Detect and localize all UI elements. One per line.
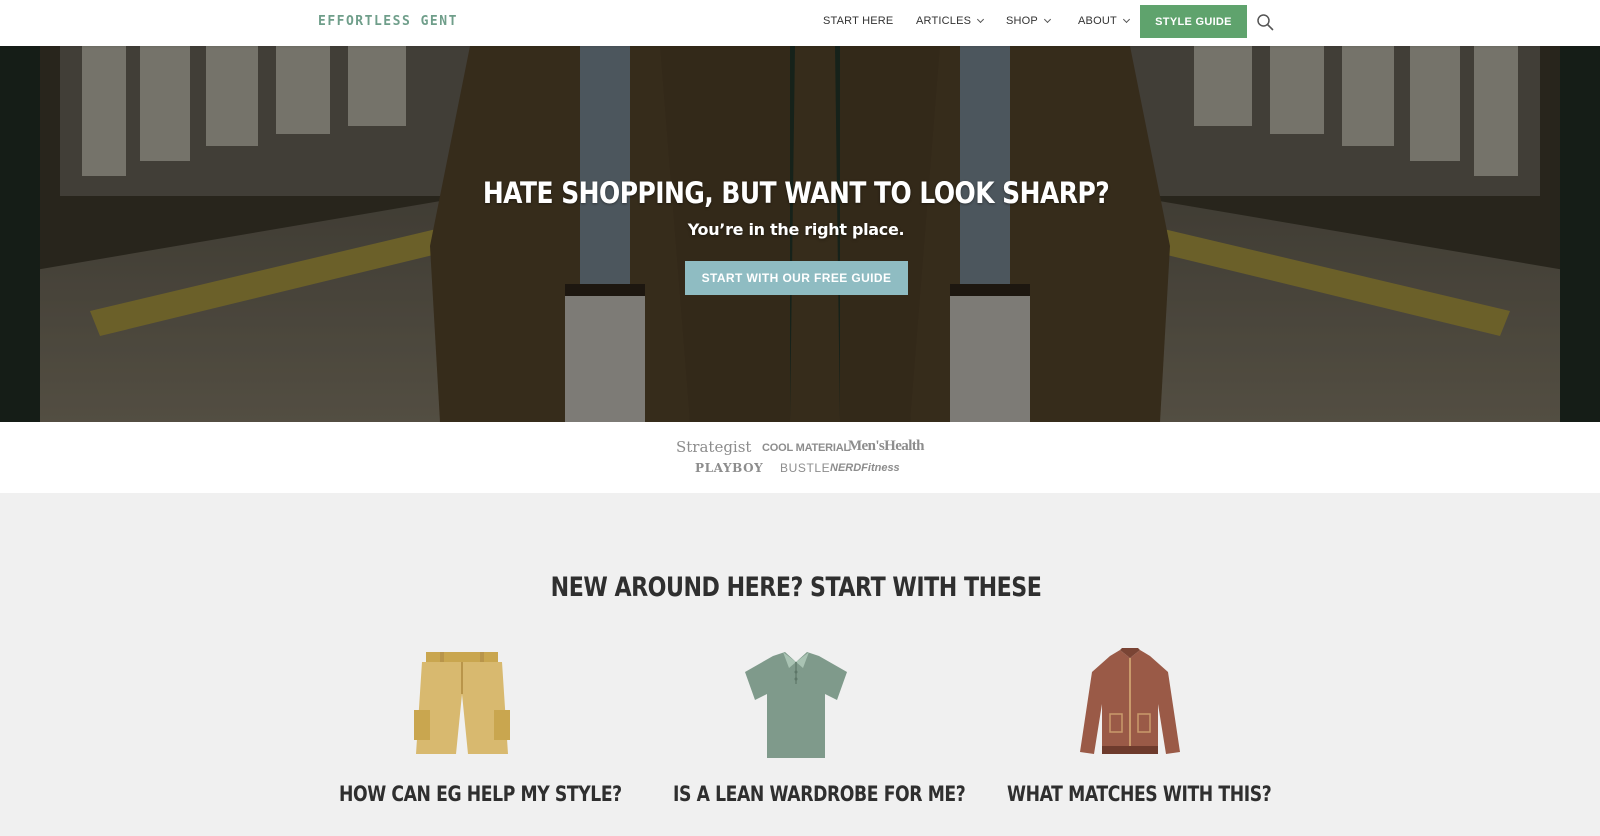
chevron-down-icon bbox=[1043, 15, 1052, 24]
site-header: EFFORTLESS GENT START HERE ARTICLES SHOP… bbox=[0, 0, 1600, 46]
press-logo-playboy: PLAYBOY bbox=[695, 461, 764, 475]
site-logo[interactable]: EFFORTLESS GENT bbox=[318, 14, 458, 29]
press-logo-cool-material: COOL MATERIAL bbox=[762, 442, 851, 454]
hero-title: HATE SHOPPING, BUT WANT TO LOOK SHARP? bbox=[482, 176, 1110, 210]
polo-shirt-icon bbox=[745, 652, 847, 758]
nav-label: START HERE bbox=[823, 15, 894, 27]
chevron-down-icon bbox=[977, 15, 985, 24]
nav-label: ABOUT bbox=[1078, 15, 1117, 27]
nav-about[interactable]: ABOUT bbox=[1078, 15, 1130, 27]
nav-shop[interactable]: SHOP bbox=[1006, 15, 1052, 27]
card-title: WHAT MATCHES WITH THIS? bbox=[1007, 782, 1272, 806]
nav-label: SHOP bbox=[1006, 15, 1038, 27]
start-card-what-matches[interactable]: WHAT MATCHES WITH THIS? bbox=[980, 648, 1280, 806]
nav-start-here[interactable]: START HERE bbox=[823, 15, 893, 27]
press-logo-bustle: BUSTLE bbox=[780, 461, 831, 475]
search-icon[interactable] bbox=[1256, 13, 1274, 31]
hero-subtitle: You’re in the right place. bbox=[687, 220, 905, 239]
chevron-down-icon bbox=[1122, 15, 1130, 24]
card-title: IS A LEAN WARDROBE FOR ME? bbox=[673, 782, 966, 806]
shorts-icon bbox=[414, 652, 510, 754]
press-logo-mens-health: Men'sHealth bbox=[848, 438, 925, 454]
section-title: NEW AROUND HERE? START WITH THESE bbox=[550, 572, 1042, 603]
jacket-icon bbox=[1080, 648, 1180, 754]
start-card-lean-wardrobe[interactable]: IS A LEAN WARDROBE FOR ME? bbox=[646, 648, 966, 806]
free-guide-button[interactable]: START WITH OUR FREE GUIDE bbox=[685, 261, 908, 295]
press-logos: Strategist COOL MATERIAL Men'sHealth PLA… bbox=[0, 422, 1600, 493]
hero-banner: HATE SHOPPING, BUT WANT TO LOOK SHARP? Y… bbox=[0, 46, 1600, 422]
nav-articles[interactable]: ARTICLES bbox=[916, 15, 985, 27]
press-logo-nerd-fitness: NERDFitness bbox=[830, 462, 900, 474]
press-logo-strategist: Strategist bbox=[676, 438, 752, 456]
nav-label: ARTICLES bbox=[916, 15, 972, 27]
start-card-style-help[interactable]: HOW CAN EG HELP MY STYLE? bbox=[312, 648, 622, 806]
style-guide-button[interactable]: STYLE GUIDE bbox=[1140, 5, 1247, 38]
card-title: HOW CAN EG HELP MY STYLE? bbox=[339, 782, 622, 806]
